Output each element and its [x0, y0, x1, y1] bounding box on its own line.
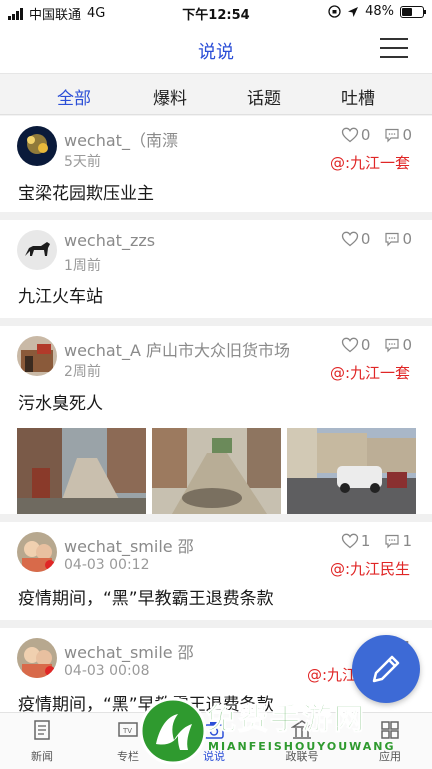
tab-all[interactable]: 全部 — [34, 84, 114, 109]
bottom-tab-label: 新闻 — [31, 750, 53, 763]
mention-tag[interactable]: @:九江一套 — [330, 362, 410, 383]
avatar[interactable] — [17, 336, 57, 376]
post-text[interactable]: 九江火车站 — [18, 282, 103, 307]
post-item[interactable]: wechat_A 庐山市大众旧货市场 2周前 0 0 @:九江一套 污水臭死人 — [0, 326, 432, 522]
tab-rant[interactable]: 吐槽 — [318, 84, 398, 109]
comment-icon — [385, 128, 400, 143]
heart-icon — [341, 127, 359, 143]
like-count: 0 — [360, 230, 371, 248]
comment-icon — [385, 232, 400, 247]
status-bar: 中国联通 4G 下午12:54 48% — [0, 0, 432, 26]
comment-icon — [385, 534, 400, 549]
post-item[interactable]: wechat_（南漂 5天前 0 0 @:九江一套 宝梁花园欺压业主 — [0, 116, 432, 220]
page-title: 说说 — [198, 42, 234, 63]
username[interactable]: wechat_smile 邵 — [64, 533, 194, 557]
post-time: 5天前 — [64, 154, 101, 170]
mention-tag[interactable]: @:九江一套 — [330, 152, 410, 173]
comment-button[interactable]: 0 — [384, 230, 412, 248]
post-photo[interactable] — [287, 428, 416, 514]
comment-count: 0 — [402, 336, 412, 354]
location-icon — [348, 6, 359, 17]
avatar[interactable] — [17, 126, 57, 166]
avatar[interactable] — [17, 230, 57, 270]
comment-count: 0 — [402, 230, 412, 248]
tab-scoop[interactable]: 爆料 — [130, 84, 210, 109]
category-tabs: 全部 爆料 话题 吐槽 — [0, 75, 432, 115]
username[interactable]: wechat_A 庐山市大众旧货市场 — [64, 337, 290, 361]
comment-button[interactable]: 1 — [384, 532, 412, 550]
comment-icon — [385, 338, 400, 353]
battery-icon — [400, 5, 426, 18]
like-button[interactable]: 0 — [341, 126, 371, 144]
news-icon — [34, 720, 50, 740]
comment-button[interactable]: 0 — [384, 336, 412, 354]
like-button[interactable]: 0 — [341, 336, 371, 354]
watermark-logo — [139, 697, 207, 765]
like-button[interactable]: 0 — [341, 230, 371, 248]
post-time: 2周前 — [64, 364, 101, 380]
post-photo[interactable] — [17, 428, 146, 514]
post-item[interactable]: wechat_zzs 1周前 0 0 九江火车站 — [0, 220, 432, 326]
post-photo[interactable] — [152, 428, 281, 514]
comment-button[interactable]: 0 — [384, 126, 412, 144]
username[interactable]: wechat_smile 邵 — [64, 639, 194, 663]
watermark: 免费手游网 MIANFEISHOUYOUWANG — [138, 690, 428, 769]
watermark-title: 免费手游网 — [206, 702, 366, 738]
watermark-subtitle: MIANFEISHOUYOUWANG — [208, 740, 396, 753]
mention-tag[interactable]: @:九江民生 — [330, 558, 410, 579]
svg-text:TV: TV — [122, 727, 132, 735]
post-text[interactable]: 污水臭死人 — [18, 389, 103, 414]
post-text[interactable]: 疫情期间，“黑”早教霸王退费条款 — [18, 584, 274, 609]
tab-topic[interactable]: 话题 — [224, 84, 304, 109]
heart-icon — [341, 231, 359, 247]
post-time: 04-03 00:08 — [64, 663, 150, 679]
menu-icon[interactable] — [380, 38, 408, 60]
avatar[interactable] — [17, 638, 57, 678]
post-time: 04-03 00:12 — [64, 557, 150, 573]
post-time: 1周前 — [64, 258, 101, 274]
comment-count: 0 — [402, 126, 412, 144]
like-button[interactable]: 1 — [341, 532, 371, 550]
comment-count: 1 — [402, 532, 412, 550]
tv-icon: TV — [118, 722, 138, 737]
like-count: 0 — [360, 126, 371, 144]
heart-icon — [341, 337, 359, 353]
heart-icon — [341, 533, 359, 549]
username[interactable]: wechat_zzs — [64, 231, 155, 250]
post-item[interactable]: wechat_smile 邵 04-03 00:12 1 1 @:九江民生 疫情… — [0, 522, 432, 628]
bottom-tab-news[interactable]: 新闻 — [12, 719, 72, 764]
like-count: 0 — [360, 336, 371, 354]
nav-bar: 说说 — [0, 26, 432, 74]
lock-rotation-icon — [328, 5, 341, 18]
avatar[interactable] — [17, 532, 57, 572]
post-text[interactable]: 宝梁花园欺压业主 — [18, 179, 154, 204]
like-count: 1 — [360, 532, 371, 550]
username[interactable]: wechat_（南漂 — [64, 127, 178, 151]
battery-percent: 48% — [365, 4, 394, 19]
